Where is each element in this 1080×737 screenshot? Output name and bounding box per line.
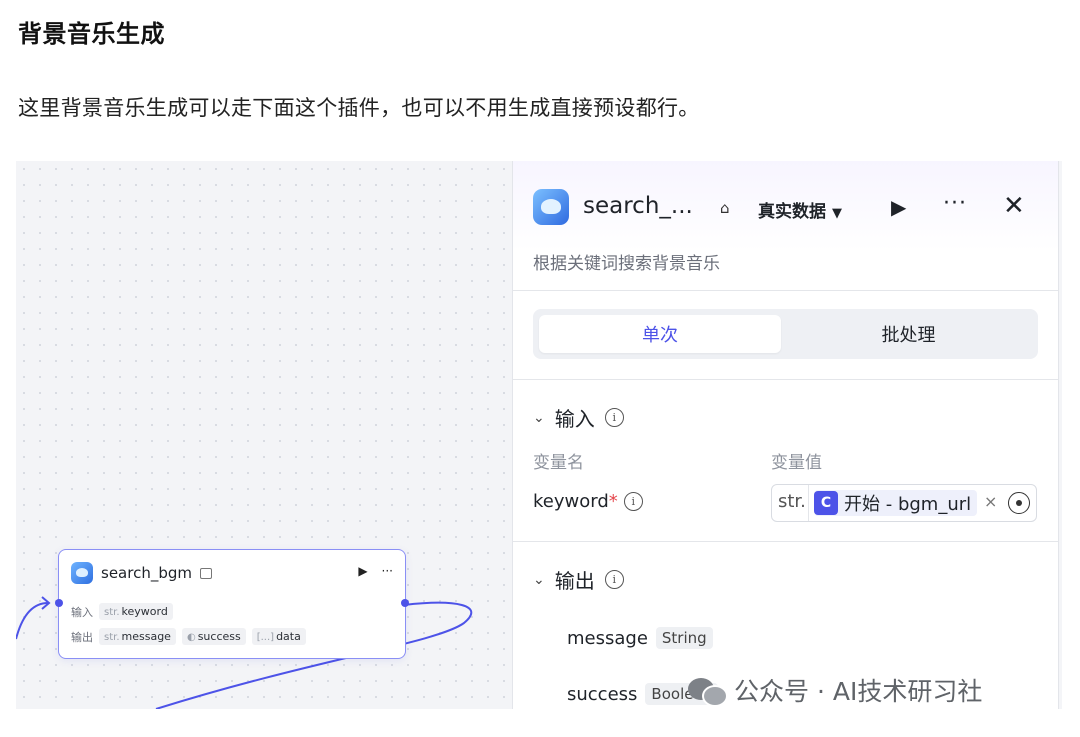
article-paragraph: 这里背景音乐生成可以走下面这个插件，也可以不用生成直接预设都行。 [18,96,700,120]
article-title: 背景音乐生成 [18,20,165,48]
node-title: search_bgm [101,564,192,582]
target-icon[interactable] [1008,492,1030,514]
search-bgm-node[interactable]: search_bgm ▶ ··· 输入 str. keyword 输出 str. m… [55,549,409,659]
panel-description: 根据关键词搜索背景音乐 [533,254,720,274]
watermark: 公众号 · AI技术研习社 [688,672,982,708]
chevron-down-icon[interactable]: ⌄ [533,410,545,426]
output-section-header[interactable]: ⌄ 输出 i [533,565,624,594]
caret-down-icon: ▼ [832,206,842,221]
variable-value-header: 变量值 [771,453,822,473]
keyword-value-field[interactable]: str. C 开始 - bgm_url × [771,484,1037,522]
remove-reference-icon[interactable]: × [984,492,997,511]
node-more-icon[interactable]: ··· [382,564,393,578]
node-input-label: 输入 [71,605,93,619]
variable-reference-chip[interactable]: C 开始 - bgm_url [814,490,978,516]
tab-single[interactable]: 单次 [539,315,781,353]
more-options-button[interactable]: ··· [943,191,967,216]
data-mode-dropdown[interactable]: 真实数据 ▼ [758,197,842,222]
chevron-down-icon[interactable]: ⌄ [533,572,545,588]
store-icon [199,567,212,579]
info-icon[interactable]: i [604,408,624,427]
type-badge: String [655,627,713,649]
plugin-icon [71,562,93,584]
node-input-chip: str. keyword [99,603,173,620]
output-item: message String [567,627,713,649]
plugin-icon [533,189,569,225]
start-node-icon: C [814,491,838,515]
keyword-param: keyword* i [533,491,643,512]
store-icon: ⌂ [720,199,730,217]
panel-title: search_... [583,193,693,219]
run-button[interactable]: ▶ [891,195,906,219]
input-port[interactable] [55,599,63,607]
node-output-chip: str. message [99,628,176,645]
workflow-screenshot: search_bgm ▶ ··· 输入 str. keyword 输出 str. m… [16,161,1062,709]
value-type-label: str. [778,491,806,512]
panel-header: search_... ⌂ 真实数据 ▼ ▶ ··· ✕ 根据关键词搜索背景音乐 [513,161,1058,291]
info-icon[interactable]: i [623,492,643,511]
node-run-icon[interactable]: ▶ [358,564,367,578]
input-section-header[interactable]: ⌄ 输入 i [533,403,624,432]
close-button[interactable]: ✕ [1003,191,1025,221]
tab-batch[interactable]: 批处理 [785,315,1032,353]
divider [513,379,1058,380]
divider [513,541,1058,542]
node-output-label: 输出 [71,630,93,644]
node-output-chip: ◐ success [181,628,246,645]
run-mode-tabs: 单次 批处理 [533,309,1038,359]
output-port[interactable] [401,599,409,607]
info-icon[interactable]: i [604,570,624,589]
node-detail-panel: search_... ⌂ 真实数据 ▼ ▶ ··· ✕ 根据关键词搜索背景音乐 单… [512,161,1059,709]
node-output-chip: [...] data [251,628,306,645]
variable-name-header: 变量名 [533,453,584,473]
toggle-icon: ◐ [186,632,196,643]
workflow-canvas[interactable]: search_bgm ▶ ··· 输入 str. keyword 输出 str. m… [16,161,514,709]
wechat-icon [688,675,728,707]
